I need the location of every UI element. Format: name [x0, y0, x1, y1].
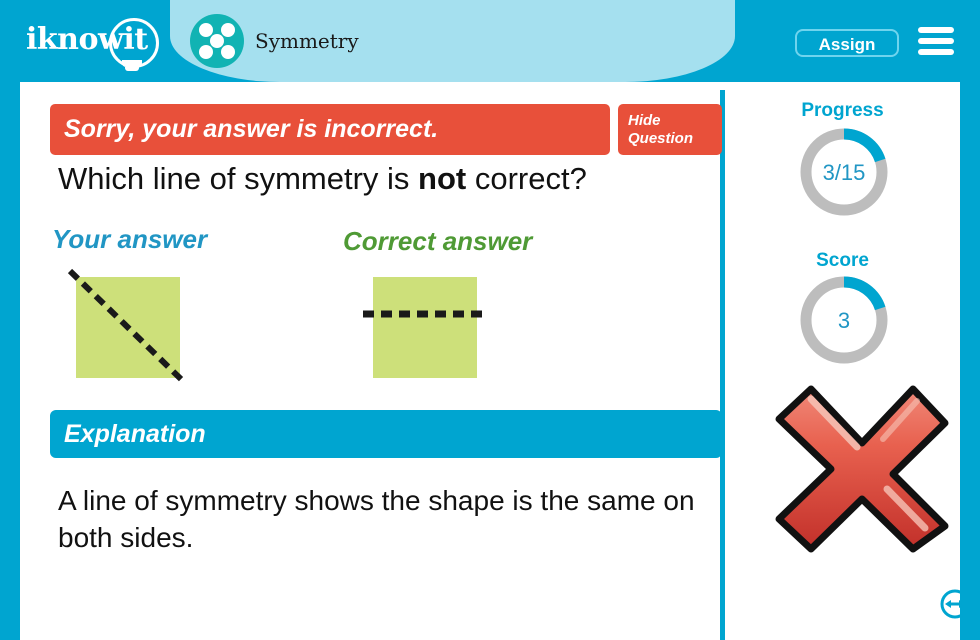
menu-bar	[918, 38, 954, 44]
question-suffix: correct?	[466, 161, 587, 196]
hide-question-button[interactable]: Hide Question	[618, 104, 722, 155]
quiz-app: iknowit Symmetry Assign Sorry, your answ…	[0, 0, 980, 640]
correct-answer-figure	[363, 277, 487, 378]
stats-sidebar: Progress 3/15 Score 3	[725, 82, 970, 640]
your-answer-figure	[67, 268, 189, 387]
hide-question-line1: Hide	[628, 112, 661, 129]
hide-question-line2: Question	[628, 130, 694, 147]
symmetry-dot	[199, 23, 213, 37]
explanation-heading: Explanation	[64, 420, 206, 448]
score-title: Score	[816, 250, 869, 271]
hamburger-menu-icon[interactable]	[918, 27, 954, 57]
menu-bar	[918, 49, 954, 55]
lightbulb-base-tip-icon	[125, 67, 139, 71]
red-x-incorrect-icon	[775, 385, 949, 553]
correct-answer-label: Correct answer	[343, 226, 533, 256]
symmetry-dot	[210, 34, 224, 48]
result-banner-text: Sorry, your answer is incorrect.	[64, 115, 439, 143]
brand-logo[interactable]: iknowit	[24, 16, 160, 71]
question-text: Which line of symmetry is not correct?	[58, 161, 587, 197]
assign-button[interactable]: Assign	[795, 29, 899, 57]
five-dot-symmetry-icon	[190, 14, 244, 68]
result-banner: Sorry, your answer is incorrect.	[50, 104, 610, 155]
explanation-header: Explanation	[50, 410, 722, 458]
symmetry-dot	[221, 23, 235, 37]
subject-title: Symmetry	[255, 29, 359, 53]
menu-bar	[918, 27, 954, 33]
hide-question-label: Hide Question	[628, 112, 693, 148]
app-header: iknowit Symmetry Assign	[0, 0, 980, 82]
question-emphasis: not	[418, 161, 467, 196]
symmetry-dot	[221, 45, 235, 59]
resize-horizontal-arrows-icon[interactable]	[939, 588, 971, 620]
score-value: 3	[837, 308, 851, 333]
progress-title: Progress	[801, 100, 884, 121]
lightbulb-base-icon	[122, 60, 142, 67]
subject-tab: Symmetry	[170, 0, 735, 82]
your-answer-label: Your answer	[52, 224, 208, 254]
symmetry-dot	[199, 45, 213, 59]
question-prefix: Which line of symmetry is	[58, 161, 419, 196]
progress-value: 3/15	[822, 160, 866, 185]
explanation-body: A line of symmetry shows the shape is th…	[58, 485, 695, 553]
answer-square	[373, 277, 477, 378]
content-panel: Sorry, your answer is incorrect. Hide Qu…	[20, 82, 970, 640]
